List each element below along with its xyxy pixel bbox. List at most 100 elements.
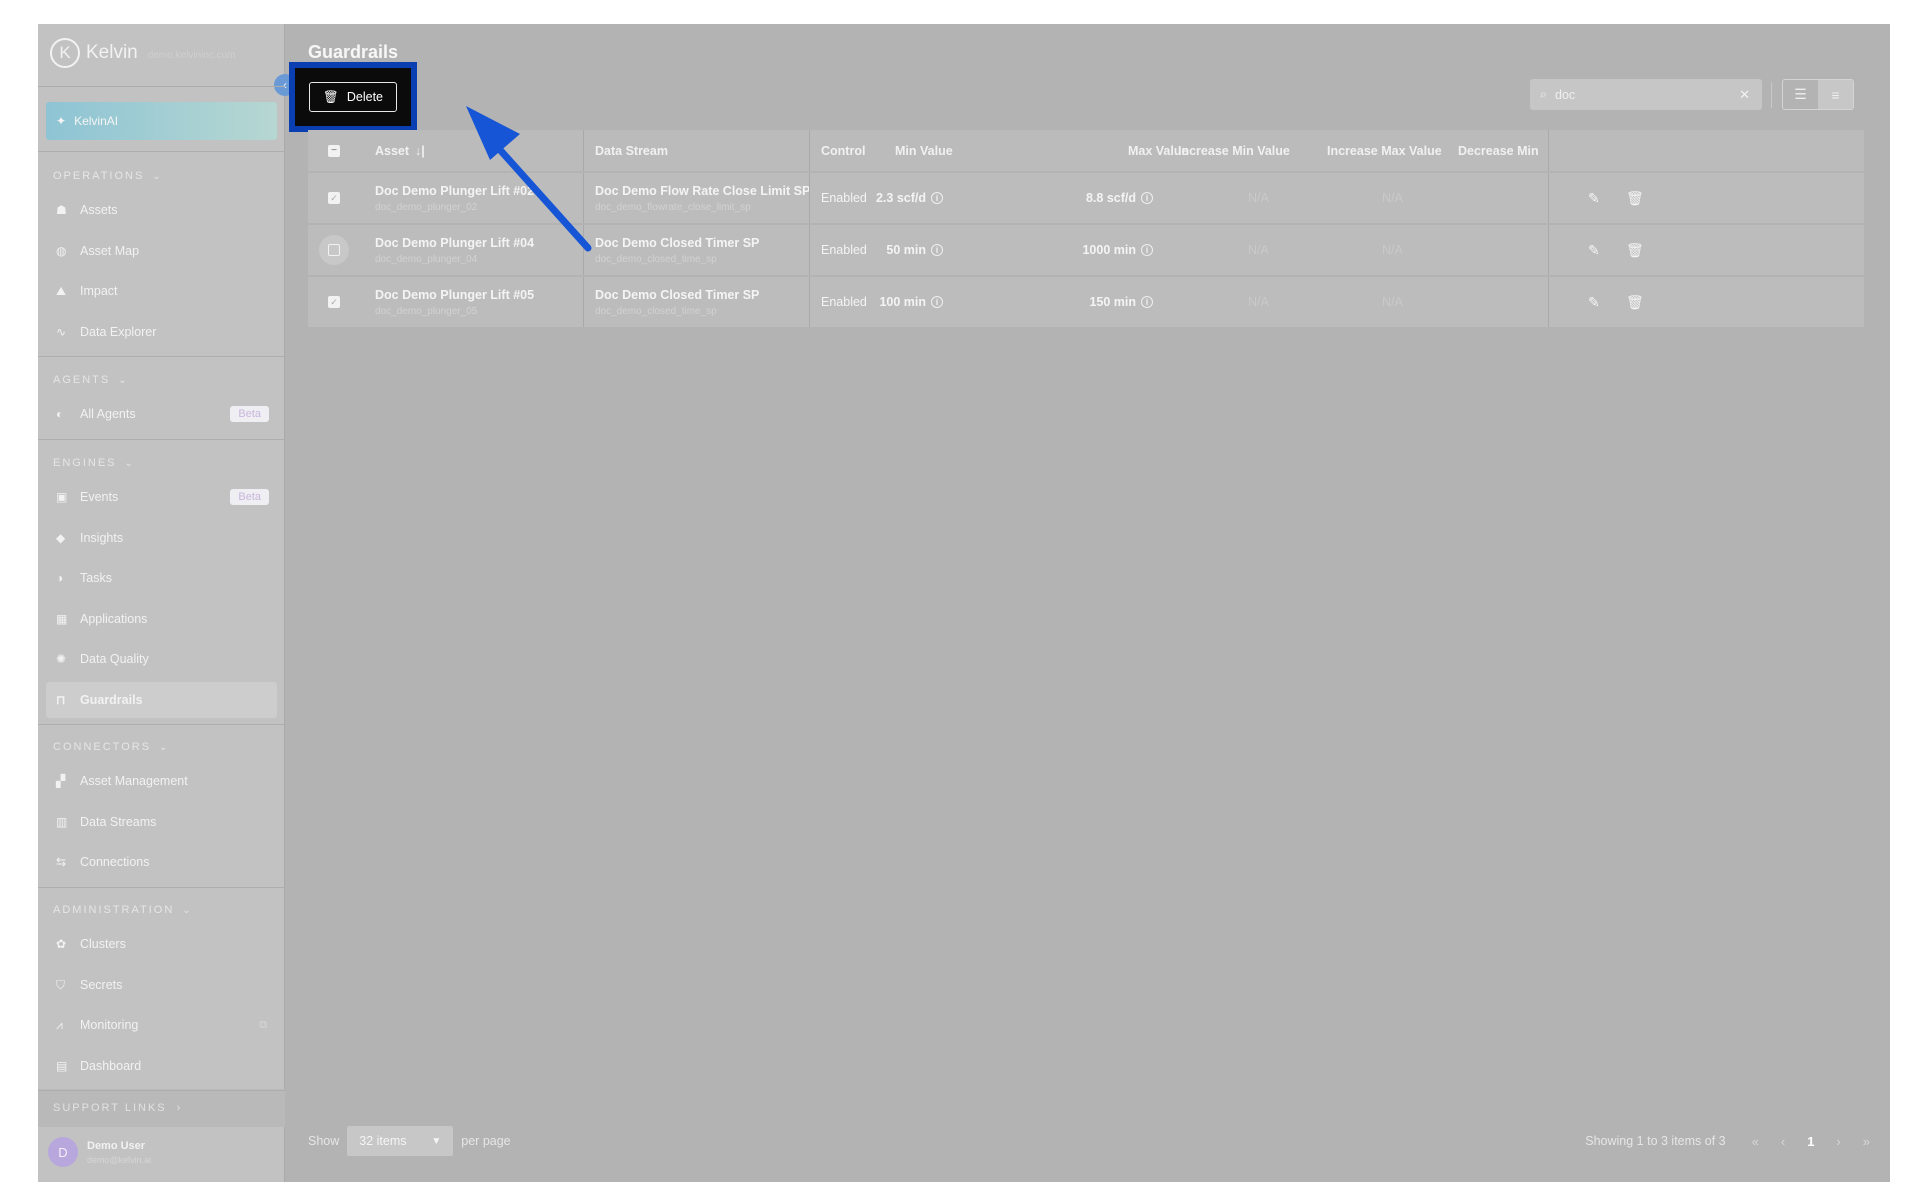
delete-button[interactable]: 🗑 Delete [309,82,397,112]
row-checkbox[interactable]: ✓ [319,225,349,275]
checkbox-checked-icon: ✓ [328,192,340,204]
column-data-stream[interactable]: Data Stream [595,130,668,171]
column-decrease-min[interactable]: Decrease Min [1458,130,1548,171]
next-page-icon[interactable]: › [1836,1134,1840,1149]
info-icon[interactable]: i [1141,296,1153,308]
asset-name[interactable]: Doc Demo Plunger Lift #02 [375,184,534,198]
delete-row-icon[interactable]: 🗑 [1626,277,1644,327]
edit-icon[interactable]: ✎ [1588,277,1600,327]
search-input[interactable]: ⌕ doc ✕ [1530,79,1762,110]
sidebar-item-insights[interactable]: ◆ Insights [46,520,277,556]
chevron-down-icon: ⌄ [159,741,168,753]
sidebar-item-data-streams[interactable]: ▥ Data Streams [46,804,277,840]
avatar: D [48,1137,78,1167]
info-icon[interactable]: i [931,244,943,256]
list-view-icon[interactable]: ≡ [1818,80,1853,109]
asset-id: doc_demo_plunger_05 [375,305,478,317]
pager: Showing 1 to 3 items of 3 « ‹ 1 › » [1585,1134,1870,1149]
sidebar-item-label: Secrets [80,977,123,992]
per-page-label: per page [461,1134,511,1148]
sidebar-item-assets[interactable]: ☗ Assets [46,192,277,228]
last-page-icon[interactable]: » [1863,1134,1870,1149]
items-per-page-select[interactable]: 32 items ▼ [347,1126,454,1156]
sidebar-item-all-agents[interactable]: ◐ All Agents Beta [46,396,277,432]
sidebar-item-data-explorer[interactable]: ∿ Data Explorer [46,314,277,350]
sidebar-item-dashboard[interactable]: ▤ Dashboard [46,1048,277,1084]
kelvin-logo[interactable]: K Kelvin demo.kelvininc.com [50,38,236,68]
column-control[interactable]: Control [821,130,865,171]
table-row[interactable]: ✓ Doc Demo Plunger Lift #04 doc_demo_plu… [308,223,1864,275]
kelvin-ai-label: KelvinAI [74,114,119,128]
select-all-checkbox[interactable]: − [328,130,340,171]
edit-icon[interactable]: ✎ [1588,173,1600,223]
table-header: − Asset ↓| Data Stream Control Min Value… [308,130,1864,171]
table-row[interactable]: ✓ Doc Demo Plunger Lift #02 doc_demo_plu… [308,171,1864,223]
assets-icon: ☗ [56,203,67,217]
column-min-value[interactable]: Min Value [895,130,953,171]
events-icon: ▣ [56,490,68,504]
info-icon[interactable]: i [931,192,943,204]
clear-search-icon[interactable]: ✕ [1739,87,1750,103]
user-profile[interactable]: D Demo User demo@kelvin.ai [48,1137,151,1167]
sort-icon[interactable]: ↓| [415,144,425,158]
column-increase-min-value[interactable]: Increase Min Value [1178,130,1290,171]
sidebar-item-asset-management[interactable]: ▞ Asset Management [46,763,277,799]
max-value: 150 min [1089,295,1136,309]
data-stream-name[interactable]: Doc Demo Closed Timer SP [595,236,759,250]
data-stream-name[interactable]: Doc Demo Flow Rate Close Limit SP [595,184,810,198]
monitoring-icon: ⩘ [56,1018,63,1032]
compact-view-icon[interactable]: ☰ [1783,80,1818,109]
trash-icon: 🗑 [322,89,339,104]
column-asset[interactable]: Asset ↓| [375,130,425,171]
table-row[interactable]: ✓ Doc Demo Plunger Lift #05 doc_demo_plu… [308,275,1864,327]
section-administration[interactable]: ADMINISTRATION ⌄ [53,904,191,916]
first-page-icon[interactable]: « [1752,1134,1759,1149]
delete-row-icon[interactable]: 🗑 [1626,225,1644,275]
section-connectors[interactable]: CONNECTORS ⌄ [53,741,167,753]
current-page[interactable]: 1 [1807,1134,1814,1149]
sidebar-item-applications[interactable]: ▦ Applications [46,601,277,637]
previous-page-icon[interactable]: ‹ [1781,1134,1785,1149]
divider [38,151,285,152]
column-divider [1548,173,1549,223]
divider [38,86,285,87]
data-stream-name[interactable]: Doc Demo Closed Timer SP [595,288,759,302]
kelvin-ai-button[interactable]: ✦ KelvinAI [46,102,277,140]
row-checkbox[interactable]: ✓ [319,277,349,327]
page-title: Guardrails [308,42,399,62]
increase-max-value: N/A [1382,243,1403,257]
sidebar-item-monitoring[interactable]: ⩘ Monitoring ⧉ [46,1007,277,1043]
sidebar-item-data-quality[interactable]: ✺ Data Quality [46,641,277,677]
column-increase-max-value[interactable]: Increase Max Value [1327,130,1442,171]
beta-badge: Beta [230,489,269,505]
sidebar-item-guardrails[interactable]: ⊓ Guardrails [46,681,277,718]
sidebar-item-connections[interactable]: ⇆ Connections [46,844,277,880]
column-divider [583,130,584,171]
sidebar-item-secrets[interactable]: ⛉ Secrets [46,967,277,1003]
edit-icon[interactable]: ✎ [1588,225,1600,275]
chevron-down-icon: ⌄ [118,374,127,386]
sidebar-item-label: Data Quality [80,652,149,666]
info-icon[interactable]: i [1141,192,1153,204]
delete-row-icon[interactable]: 🗑 [1626,173,1644,223]
sidebar-item-label: Monitoring [80,1018,139,1032]
asset-name[interactable]: Doc Demo Plunger Lift #04 [375,236,534,250]
sidebar-item-tasks[interactable]: ◑ Tasks [46,560,277,596]
guardrail-icon: ⊓ [56,692,66,707]
showing-count: Showing 1 to 3 items of 3 [1585,1134,1726,1148]
sidebar-item-impact[interactable]: ⛰ Impact [46,273,277,309]
sidebar-item-events[interactable]: ▣ Events Beta [46,479,277,515]
support-links[interactable]: SUPPORT LINKS › [38,1089,285,1127]
section-agents[interactable]: AGENTS ⌄ [53,374,127,386]
control-status: Enabled [821,295,867,309]
section-operations[interactable]: OPERATIONS ⌄ [53,170,161,182]
checkbox-ring: ✓ [319,183,349,213]
info-icon[interactable]: i [1141,244,1153,256]
info-icon[interactable]: i [931,296,943,308]
sidebar-item-asset-map[interactable]: ◍ Asset Map [46,233,277,269]
divider [38,886,285,888]
row-checkbox[interactable]: ✓ [319,173,349,223]
asset-name[interactable]: Doc Demo Plunger Lift #05 [375,288,534,302]
section-engines[interactable]: ENGINES ⌄ [53,457,133,469]
sidebar-item-clusters[interactable]: ✿ Clusters [46,926,277,962]
